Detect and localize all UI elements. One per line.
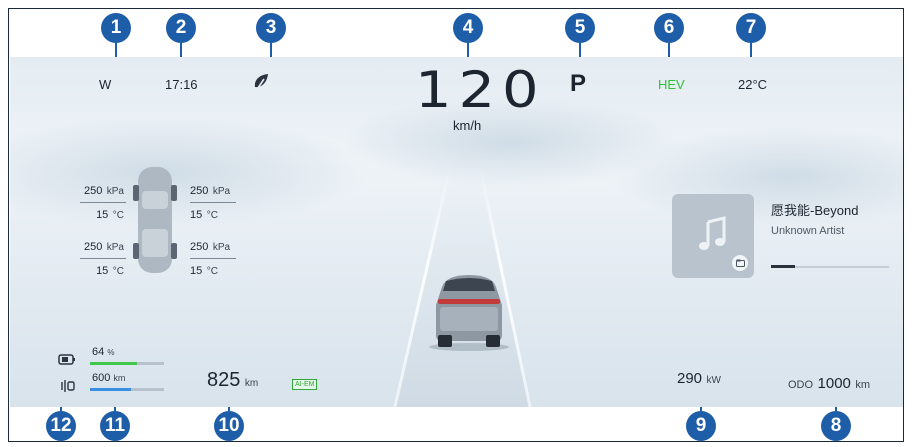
ev-range: 600 km xyxy=(92,372,125,384)
callout-badge: 1 xyxy=(101,13,131,43)
callout-badge: 11 xyxy=(100,411,130,441)
compass-direction: W xyxy=(99,77,112,92)
motor-power-unit: kW xyxy=(706,375,721,386)
cluster-screen: W 17:16 120 km/h P HEV 22°C 250 kPa 15 °… xyxy=(10,57,903,407)
odometer: ODO 1000 km xyxy=(788,375,870,393)
total-range-value: 825 xyxy=(207,369,241,391)
tire-temperature: 15 xyxy=(190,265,203,277)
divider xyxy=(80,258,126,259)
divider xyxy=(190,258,236,259)
media-progress-fill xyxy=(771,265,795,268)
ev-range-value: 600 xyxy=(92,372,111,384)
callout-badge: 4 xyxy=(453,13,483,43)
callout-badge: 9 xyxy=(686,411,716,441)
tire-pressure: 250 xyxy=(83,185,103,197)
gear-indicator: P xyxy=(570,70,587,97)
divider xyxy=(190,202,236,203)
speed-unit: km/h xyxy=(453,118,482,133)
callout-badge: 8 xyxy=(821,411,851,441)
car-topview-graphic xyxy=(133,167,177,273)
album-art[interactable] xyxy=(672,194,754,278)
battery-percent: 64 % xyxy=(92,346,114,358)
charging-plug-icon xyxy=(61,380,75,392)
divider xyxy=(80,202,126,203)
tire-pressure-unit: kPa xyxy=(212,242,231,253)
ev-range-bar-fill xyxy=(90,388,131,391)
callout-badge: 12 xyxy=(46,411,76,441)
tire-pressure-unit: kPa xyxy=(106,186,124,197)
tire-temperature: 15 xyxy=(96,265,109,277)
ev-range-unit: km xyxy=(113,373,126,383)
total-range-unit: km xyxy=(244,378,259,389)
music-note-icon xyxy=(699,216,726,250)
odometer-label: ODO xyxy=(788,379,814,391)
battery-percent-value: 64 xyxy=(92,346,105,358)
media-artist: Unknown Artist xyxy=(771,225,845,237)
total-range: 825 km xyxy=(207,369,258,392)
battery-percent-unit: % xyxy=(107,348,115,357)
leaf-icon xyxy=(253,73,271,98)
tire-temperature-unit: °C xyxy=(206,266,218,277)
tire-pressure-unit: kPa xyxy=(212,186,231,197)
outside-temperature: 22°C xyxy=(738,77,768,92)
tire-pressure-unit: kPa xyxy=(106,242,124,253)
tire-temperature-unit: °C xyxy=(112,266,124,277)
callout-badge: 7 xyxy=(736,13,766,43)
callout-badge: 2 xyxy=(166,13,196,43)
battery-icon xyxy=(58,354,75,365)
callout-badge: 5 xyxy=(565,13,595,43)
tire-pressure: 250 xyxy=(190,185,209,197)
cluster-frame: 1 2 3 4 5 6 7 12 11 10 9 8 W 17:16 120 k… xyxy=(8,8,904,442)
clock-time: 17:16 xyxy=(165,77,198,92)
motor-power-value: 290 xyxy=(677,370,703,387)
odometer-value: 1000 xyxy=(817,375,851,392)
media-title: 愿我能-Beyond xyxy=(771,203,859,218)
odometer-unit: km xyxy=(855,379,871,391)
ai-em-tag: AI-EM xyxy=(292,379,318,390)
callout-badge: 6 xyxy=(654,13,684,43)
tire-pressure: 250 xyxy=(190,241,209,253)
ego-car-graphic xyxy=(429,275,509,351)
folder-icon[interactable] xyxy=(732,255,748,271)
speed-value: 120 xyxy=(415,61,546,119)
callout-badge: 10 xyxy=(214,411,244,441)
tire-pressure: 250 xyxy=(83,241,103,253)
motor-power: 290 kW xyxy=(677,370,721,388)
tire-temperature-unit: °C xyxy=(112,210,124,221)
tire-temperature-unit: °C xyxy=(206,210,218,221)
drive-mode: HEV xyxy=(658,77,685,92)
tire-temperature: 15 xyxy=(96,209,109,221)
callout-badge: 3 xyxy=(256,13,286,43)
battery-bar-fill xyxy=(90,362,138,365)
tire-temperature: 15 xyxy=(190,209,203,221)
